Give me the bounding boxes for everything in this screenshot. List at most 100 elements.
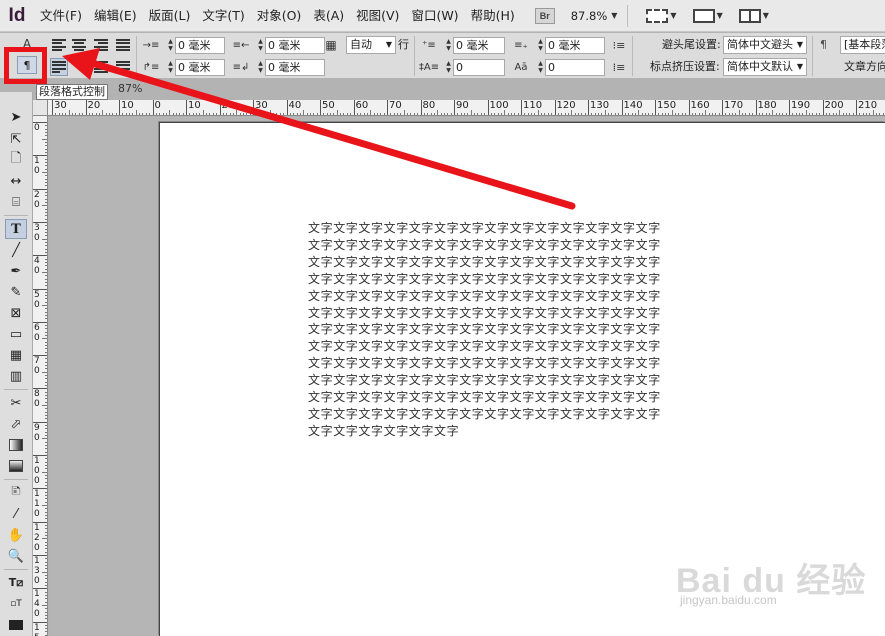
kinsoku-select[interactable]: 简体中文避头 ▼ — [723, 36, 807, 54]
bullet-list-icon[interactable]: ⁝≡ — [610, 36, 628, 54]
arrange-documents-button[interactable]: ▼ — [738, 8, 769, 23]
view-options-button[interactable]: ▼ — [646, 8, 677, 23]
zoom-tool[interactable]: 🔍 — [5, 546, 27, 566]
stepper-arrows-icon[interactable]: ▲ ▼ — [536, 59, 545, 75]
tool-divider — [4, 569, 28, 570]
vertical-ruler[interactable]: 0 10 20 30 40 50 60 70 80 90 100 110 120 130 140 150 — [33, 116, 48, 636]
left-indent-field[interactable]: ▲ ▼ 0 毫米 — [166, 36, 225, 54]
ruler-minor-tick — [45, 568, 47, 570]
numbered-list-icon[interactable]: ⁞≡ — [610, 58, 628, 76]
ruler-minor-tick — [557, 113, 559, 115]
menu-type[interactable]: 文字(T) — [196, 0, 250, 32]
justify-last-left-button[interactable] — [50, 58, 68, 76]
ruler-minor-tick — [614, 113, 616, 115]
align-spine-button[interactable] — [114, 58, 132, 76]
gradient-swatch-tool[interactable] — [5, 435, 27, 455]
menu-object[interactable]: 对象(O) — [251, 0, 308, 32]
stepper-arrows-icon[interactable]: ▲ ▼ — [256, 59, 265, 75]
collector-icon: ⌸ — [12, 194, 20, 210]
menu-edit[interactable]: 编辑(E) — [88, 0, 143, 32]
ruler-minor-tick — [45, 275, 47, 277]
ruler-minor-tick — [869, 113, 871, 115]
dropcap-chars-field[interactable]: ▲ ▼ 0 — [536, 58, 605, 76]
pen-tool[interactable]: ✒ — [5, 261, 27, 281]
fill-stroke-swatch[interactable]: T⧄ — [5, 573, 27, 593]
right-indent-field[interactable]: ▲ ▼ 0 毫米 — [256, 36, 325, 54]
vertical-grid-tool[interactable]: ▥ — [5, 366, 27, 386]
ruler-minor-tick — [738, 110, 740, 115]
justify-left-button[interactable] — [114, 36, 132, 54]
ruler-minor-tick — [611, 113, 613, 115]
ruler-minor-tick — [45, 511, 47, 513]
line-tool[interactable]: ╱ — [5, 240, 27, 260]
align-center-button[interactable] — [70, 36, 88, 54]
rectangle-icon: ▭ — [9, 326, 23, 342]
eyedropper-tool[interactable]: ⁄ — [5, 504, 27, 524]
rectangle-frame-tool[interactable]: ⊠ — [5, 303, 27, 323]
ruler-origin[interactable] — [33, 100, 48, 116]
screen-mode-button[interactable]: ▼ — [692, 8, 723, 23]
stepper-arrows-icon[interactable]: ▲ ▼ — [444, 59, 453, 75]
selection-tool[interactable]: ➤ — [5, 107, 27, 127]
ruler-minor-tick — [179, 113, 181, 115]
menu-view[interactable]: 视图(V) — [350, 0, 405, 32]
ruler-minor-tick — [242, 113, 244, 115]
menu-table[interactable]: 表(A) — [307, 0, 350, 32]
text-frame[interactable]: 文字文字文字文字文字文字文字文字文字文字文字文字文字文字 文字文字文字文字文字文字… — [308, 220, 712, 440]
stepper-arrows-icon[interactable]: ▲ ▼ — [166, 37, 175, 53]
scissors-icon: ✂ — [10, 395, 22, 411]
ruler-minor-tick — [212, 113, 214, 115]
ruler-minor-tick — [323, 113, 325, 115]
ruler-label: 120 — [34, 522, 40, 553]
space-before-field[interactable]: ▲ ▼ 0 毫米 — [444, 36, 505, 54]
text-line: 文字文字文字文字文字文字文字文字文字文字文字文字文字文字 — [308, 390, 661, 405]
ruler-minor-tick — [326, 113, 328, 115]
menu-layout[interactable]: 版面(L) — [143, 0, 197, 32]
justify-all-button[interactable] — [92, 58, 110, 76]
last-line-indent-field[interactable]: ▲ ▼ 0 毫米 — [256, 58, 325, 76]
ruler-minor-tick — [45, 201, 47, 203]
note-tool[interactable]: 🗈 — [5, 483, 27, 503]
menu-window[interactable]: 窗口(W) — [405, 0, 464, 32]
horizontal-grid-tool[interactable]: ▦ — [5, 345, 27, 365]
paragraph-style-select[interactable]: [基本段落] — [840, 36, 885, 54]
ruler-minor-tick — [102, 110, 104, 115]
stepper-arrows-icon[interactable]: ▲ ▼ — [536, 37, 545, 53]
ruler-label: 50 — [34, 289, 40, 310]
leading-select[interactable]: 自动 ▼ — [346, 36, 396, 54]
ruler-label: 120 — [556, 100, 576, 111]
menu-divider — [627, 4, 629, 27]
ruler-minor-tick — [45, 391, 47, 393]
pencil-tool[interactable]: ✎ — [5, 282, 27, 302]
space-after-field[interactable]: ▲ ▼ 0 毫米 — [536, 36, 605, 54]
menu-help[interactable]: 帮助(H) — [465, 0, 521, 32]
dropcap-lines-field[interactable]: ▲ ▼ 0 — [444, 58, 505, 76]
gap-tool[interactable]: ↔ — [5, 171, 27, 191]
free-transform-tool[interactable]: ⬀ — [5, 414, 27, 434]
ruler-major-tick — [353, 100, 355, 115]
direct-selection-tool[interactable]: ⇱ — [5, 129, 27, 149]
rectangle-tool[interactable]: ▭ — [5, 324, 27, 344]
align-left-button[interactable] — [50, 36, 68, 54]
align-right-button[interactable] — [92, 36, 110, 54]
stepper-arrows-icon[interactable]: ▲ ▼ — [444, 37, 453, 53]
view-mode-button[interactable] — [5, 615, 27, 635]
mojikumi-select[interactable]: 简体中文默认 ▼ — [723, 58, 807, 76]
scissors-tool[interactable]: ✂ — [5, 393, 27, 413]
page-tool[interactable]: 🗋 — [5, 150, 27, 170]
stepper-arrows-icon[interactable]: ▲ ▼ — [256, 37, 265, 53]
menu-file[interactable]: 文件(F) — [34, 0, 88, 32]
formatting-affects-text-button[interactable]: ▫T — [5, 594, 27, 614]
ruler-label: 150 — [34, 622, 40, 636]
first-line-indent-field[interactable]: ▲ ▼ 0 毫米 — [166, 58, 225, 76]
type-tool[interactable]: T — [5, 219, 27, 239]
horizontal-ruler[interactable]: 30 20 10 0 10 20 30 40 50 60 70 80 90 100 110 120 130 140… — [48, 100, 885, 116]
ruler-minor-tick — [45, 151, 47, 153]
ruler-minor-tick — [380, 113, 382, 115]
zoom-level-select[interactable]: 87.8% ▼ — [571, 9, 618, 23]
gradient-feather-tool[interactable] — [5, 456, 27, 476]
hand-tool[interactable]: ✋ — [5, 525, 27, 545]
stepper-arrows-icon[interactable]: ▲ ▼ — [166, 59, 175, 75]
bridge-button[interactable]: Br — [534, 7, 555, 24]
content-collector-tool[interactable]: ⌸ — [5, 192, 27, 212]
